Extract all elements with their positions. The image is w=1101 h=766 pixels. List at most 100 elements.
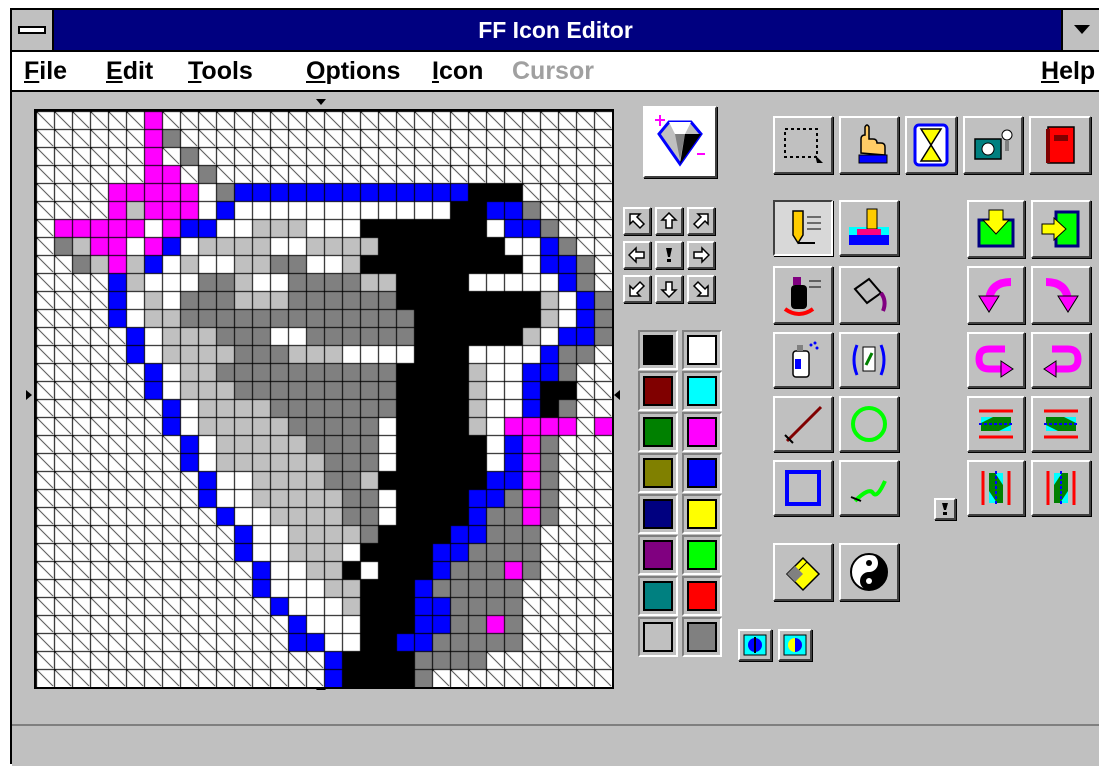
menu-file[interactable]: File <box>24 57 67 86</box>
mirror-horizontal-alt-button[interactable] <box>1031 460 1091 516</box>
palette-swatch[interactable] <box>682 412 722 452</box>
rectangle-tool-button[interactable] <box>773 460 833 516</box>
line-icon <box>784 405 823 444</box>
rotate-right-icon <box>1045 278 1079 313</box>
palette-swatch[interactable] <box>638 535 678 575</box>
palette-swatch-color <box>643 581 673 611</box>
menu-edit-label: dit <box>122 57 154 85</box>
line-tool-button[interactable] <box>773 396 833 452</box>
palette-swatch[interactable] <box>682 453 722 493</box>
menu-file-mnemonic: F <box>24 57 40 85</box>
palette-swatch-color <box>687 417 717 447</box>
mirror-vertical-alt-button[interactable] <box>1031 396 1091 452</box>
spraycan-tool-button[interactable] <box>773 332 833 388</box>
menu-cursor[interactable]: Cursor <box>512 57 594 86</box>
palette-swatch[interactable] <box>682 576 722 616</box>
move-down-button[interactable] <box>655 275 683 303</box>
menu-cursor-label: Cursor <box>512 57 594 85</box>
window-title: FF Icon Editor <box>478 17 633 43</box>
palette-swatch[interactable] <box>638 617 678 657</box>
move-down-left-button[interactable] <box>623 275 651 303</box>
import-button[interactable] <box>967 200 1025 258</box>
status-bar <box>12 724 1099 766</box>
move-up-left-button[interactable] <box>623 207 651 235</box>
menu-help[interactable]: Help <box>1041 57 1095 86</box>
menu-icon[interactable]: Icon <box>432 57 483 86</box>
mirror-options-button[interactable] <box>934 498 956 520</box>
export-button[interactable] <box>1031 200 1091 258</box>
rotate-left-button[interactable] <box>967 266 1025 324</box>
spray-tool-button[interactable] <box>773 266 833 324</box>
menu-options-label: ptions <box>325 57 401 85</box>
palette-swatch[interactable] <box>638 371 678 411</box>
curve-tool-button[interactable] <box>839 460 899 516</box>
hand-tool-button[interactable] <box>839 116 899 174</box>
eraser-icon <box>785 556 821 592</box>
flip-left-button[interactable] <box>967 332 1025 388</box>
icon-edit-grid[interactable] <box>34 109 614 689</box>
palette-swatch[interactable] <box>638 330 678 370</box>
title-bar[interactable]: FF Icon Editor <box>12 10 1099 52</box>
palette-swatch[interactable] <box>682 330 722 370</box>
menu-options[interactable]: Options <box>306 57 400 86</box>
menu-file-label: ile <box>39 57 68 85</box>
spray-can-icon <box>792 341 819 378</box>
menu-tools[interactable]: Tools <box>188 57 253 86</box>
brush-icon <box>849 208 889 245</box>
mirror-horizontal-button[interactable] <box>967 460 1025 516</box>
move-left-button[interactable] <box>623 241 651 269</box>
center-button[interactable] <box>655 241 683 269</box>
palette-swatch[interactable] <box>682 494 722 534</box>
menu-edit[interactable]: Edit <box>106 57 153 86</box>
mirror-vertical-icon <box>979 409 1013 439</box>
square-outline-icon <box>785 470 821 506</box>
mirror-vertical-button[interactable] <box>967 396 1025 452</box>
hourglass-button[interactable] <box>905 116 957 174</box>
yin-yang-button[interactable] <box>839 543 899 601</box>
brush-tool-button[interactable] <box>839 200 899 256</box>
menu-icon-mnemonic: I <box>432 57 439 85</box>
move-down-right-button[interactable] <box>687 275 715 303</box>
arrow-up-right-icon <box>692 213 709 230</box>
palette-swatch[interactable] <box>682 535 722 575</box>
palette-swatch[interactable] <box>638 494 678 534</box>
select-region-button[interactable] <box>773 116 833 174</box>
screen-color-button[interactable] <box>738 629 772 661</box>
palette-swatch[interactable] <box>682 617 722 657</box>
exclamation-small-icon <box>942 503 948 515</box>
move-up-right-button[interactable] <box>687 207 715 235</box>
arrow-right-icon <box>693 246 710 264</box>
palette-swatch-color <box>687 622 717 652</box>
palette-swatch[interactable] <box>638 453 678 493</box>
pen-tool-button[interactable] <box>773 200 833 256</box>
text-tool-icon <box>852 344 886 376</box>
rotate-right-button[interactable] <box>1031 266 1091 324</box>
palette-swatch[interactable] <box>638 412 678 452</box>
palette-swatch[interactable] <box>638 576 678 616</box>
flip-right-button[interactable] <box>1031 332 1091 388</box>
move-up-button[interactable] <box>655 207 683 235</box>
arrow-down-right-icon <box>692 280 709 297</box>
rotate-left-icon <box>978 278 1012 313</box>
diamond-preview-icon <box>655 115 705 167</box>
fill-tool-button[interactable] <box>839 266 899 324</box>
minimize-button[interactable] <box>1061 10 1099 50</box>
pixel-canvas[interactable] <box>36 111 612 687</box>
camera-button[interactable] <box>963 116 1023 174</box>
ellipse-tool-button[interactable] <box>839 396 899 452</box>
menu-tools-label: ools <box>201 57 253 85</box>
book-button[interactable] <box>1029 116 1091 174</box>
eraser-tool-button[interactable] <box>773 543 833 601</box>
arrow-down-icon <box>660 281 678 298</box>
arrow-up-left-icon <box>629 213 646 230</box>
palette-swatch-color <box>643 417 673 447</box>
palette-swatch[interactable] <box>682 371 722 411</box>
arrow-down-left-icon <box>629 280 646 297</box>
text-tool-button[interactable] <box>839 332 899 388</box>
pointing-hand-icon <box>858 124 888 164</box>
inverse-color-button[interactable] <box>778 629 812 661</box>
palette-swatch-color <box>643 376 673 406</box>
move-right-button[interactable] <box>687 241 715 269</box>
palette-swatch-color <box>643 458 673 488</box>
mirror-horizontal-icon <box>981 471 1011 505</box>
